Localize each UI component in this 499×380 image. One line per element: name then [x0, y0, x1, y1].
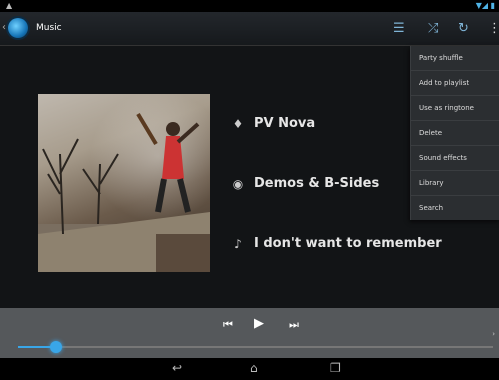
menu-item-library[interactable]: Library: [411, 171, 499, 196]
edge-indicator-icon: ›: [492, 330, 495, 338]
menu-item-delete[interactable]: Delete: [411, 121, 499, 146]
up-caret-icon[interactable]: ‹: [2, 22, 6, 33]
playback-controls: ⏮ ▶ ⏭ ›: [0, 308, 499, 358]
recent-apps-icon[interactable]: ❐: [330, 361, 341, 375]
play-icon[interactable]: ▶: [254, 316, 264, 331]
back-icon[interactable]: ↩: [172, 361, 182, 375]
album-row: ◉ Demos & B-Sides: [230, 176, 379, 191]
menu-item-use-as-ringtone[interactable]: Use as ringtone: [411, 96, 499, 121]
artist-name: PV Nova: [254, 116, 316, 131]
microphone-icon: ♦: [232, 116, 244, 131]
menu-item-sound-effects[interactable]: Sound effects: [411, 146, 499, 171]
next-icon[interactable]: ⏭: [289, 318, 299, 332]
status-bar: ▲ ▼◢ ▮: [0, 0, 499, 12]
overflow-menu-icon[interactable]: ⋮: [488, 21, 499, 36]
home-icon[interactable]: ⌂: [250, 361, 258, 375]
artist-row: ♦ PV Nova: [230, 116, 316, 131]
track-name: I don't want to remember: [254, 236, 442, 251]
previous-icon[interactable]: ⏮: [223, 318, 233, 332]
menu-item-party-shuffle[interactable]: Party shuffle: [411, 46, 499, 71]
repeat-icon[interactable]: ↻: [458, 21, 469, 36]
notification-icon: ▲: [6, 1, 13, 10]
overflow-menu: Party shuffle Add to playlist Use as rin…: [410, 46, 499, 220]
navigation-bar: ↩ ⌂ ❐: [0, 358, 499, 380]
action-bar: ‹ Music ☰ ⤮ ↻ ⋮: [0, 12, 499, 46]
shuffle-icon[interactable]: ⤮: [428, 21, 438, 36]
list-icon[interactable]: ☰: [393, 21, 405, 36]
seek-bar[interactable]: [18, 341, 493, 353]
track-row: ♪ I don't want to remember: [230, 236, 442, 251]
album-art: [38, 94, 210, 272]
app-title: Music: [36, 23, 62, 33]
menu-item-add-to-playlist[interactable]: Add to playlist: [411, 71, 499, 96]
disc-icon: ◉: [232, 176, 244, 191]
status-icons: ▼◢ ▮: [475, 1, 495, 10]
seek-bar-thumb[interactable]: [50, 341, 62, 353]
music-note-icon: ♪: [234, 236, 242, 251]
menu-item-search[interactable]: Search: [411, 196, 499, 220]
album-name: Demos & B-Sides: [254, 176, 380, 191]
music-app-icon[interactable]: [8, 18, 28, 38]
